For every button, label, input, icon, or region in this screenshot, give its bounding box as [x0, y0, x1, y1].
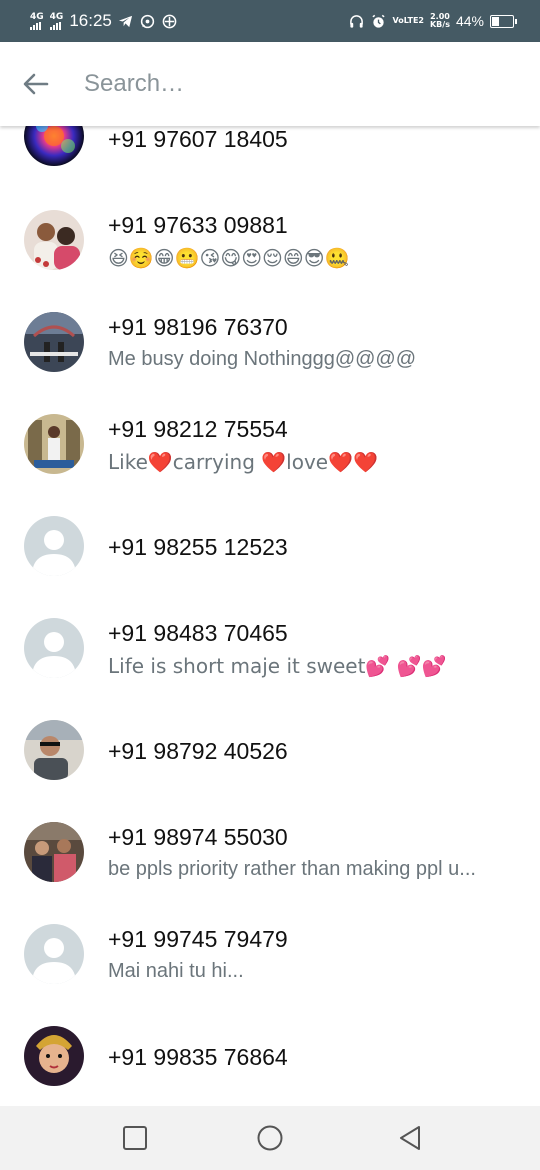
contact-avatar — [24, 822, 84, 882]
contact-about: Life is short maje it sweet💕 💕💕 — [108, 654, 447, 678]
contact-row[interactable]: +91 97633 09881 😆☺️😁😬😘😋😍😌😄😎🤐 — [0, 190, 540, 292]
back-button[interactable] — [396, 1124, 424, 1152]
contact-avatar — [24, 1026, 84, 1086]
system-navigation-bar — [0, 1106, 540, 1170]
contact-row[interactable]: +91 99745 79479 Mai nahi tu hi... — [0, 904, 540, 1006]
home-button[interactable] — [256, 1124, 284, 1152]
default-avatar-icon — [24, 924, 84, 984]
contact-row[interactable]: +91 98792 40526 — [0, 700, 540, 802]
contact-number: +91 98255 12523 — [108, 534, 288, 560]
recent-apps-button[interactable] — [121, 1124, 149, 1152]
contact-row[interactable]: +91 98212 75554 Like❤️carrying ❤️love❤️❤… — [0, 394, 540, 496]
contact-number: +91 97633 09881 — [108, 212, 288, 238]
contact-about: 😆☺️😁😬😘😋😍😌😄😎🤐 — [108, 246, 350, 270]
contact-row[interactable]: +91 99835 76864 — [0, 1006, 540, 1106]
contact-number: +91 99835 76864 — [108, 1044, 288, 1070]
default-avatar-icon — [24, 618, 84, 678]
contact-about: Mai nahi tu hi... — [108, 960, 244, 982]
default-avatar-icon — [24, 516, 84, 576]
contact-row[interactable]: +91 98974 55030 be ppls priority rather … — [0, 802, 540, 904]
contact-about: Me busy doing Nothinggg@@@@ — [108, 348, 417, 370]
contact-avatar — [24, 210, 84, 270]
search-input[interactable] — [84, 64, 504, 104]
contact-row[interactable]: +91 98483 70465 Life is short maje it sw… — [0, 598, 540, 700]
contact-about: Like❤️carrying ❤️love❤️❤️ — [108, 450, 378, 474]
back-arrow-icon[interactable] — [20, 68, 52, 100]
contact-list: +91 97607 18405 +91 97633 09881 😆☺️😁😬😘😋😍… — [0, 0, 540, 1106]
contact-number: +91 97607 18405 — [108, 126, 288, 152]
contact-avatar — [24, 720, 84, 780]
contact-number: +91 98792 40526 — [108, 738, 288, 764]
contact-number: +91 98483 70465 — [108, 620, 288, 646]
contact-number: +91 98212 75554 — [108, 416, 288, 442]
contact-row[interactable]: +91 98255 12523 — [0, 496, 540, 598]
contact-row[interactable]: +91 98196 76370 Me busy doing Nothinggg@… — [0, 292, 540, 394]
contact-avatar — [24, 414, 84, 474]
contact-number: +91 99745 79479 — [108, 926, 288, 952]
contact-avatar — [24, 312, 84, 372]
search-header — [0, 42, 540, 126]
contact-number: +91 98196 76370 — [108, 314, 288, 340]
contact-about: be ppls priority rather than making ppl … — [108, 858, 476, 880]
contact-number: +91 98974 55030 — [108, 824, 288, 850]
